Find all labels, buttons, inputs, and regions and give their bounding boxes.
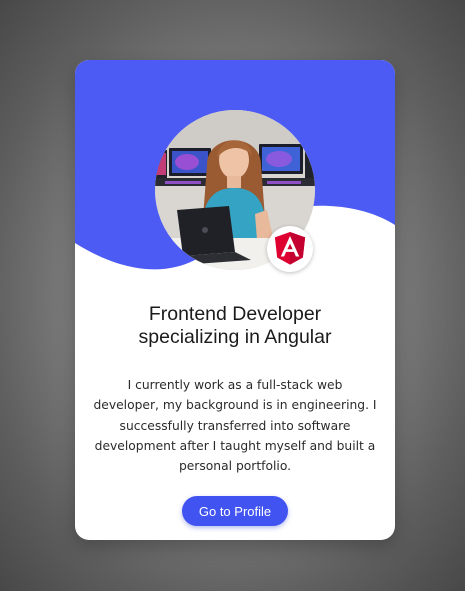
title-line-2: specializing in Angular [138,326,332,348]
angular-badge [267,226,313,272]
go-to-profile-button[interactable]: Go to Profile [182,496,288,526]
title-line-1: Frontend Developer [148,303,322,325]
angular-logo-icon [274,232,306,265]
profile-bio: I currently work as a full-stack web dev… [93,378,377,474]
profile-card: Frontend Developer specializing in Angul… [75,60,395,540]
profile-title: Frontend Developer specializing in Angul… [95,303,375,349]
